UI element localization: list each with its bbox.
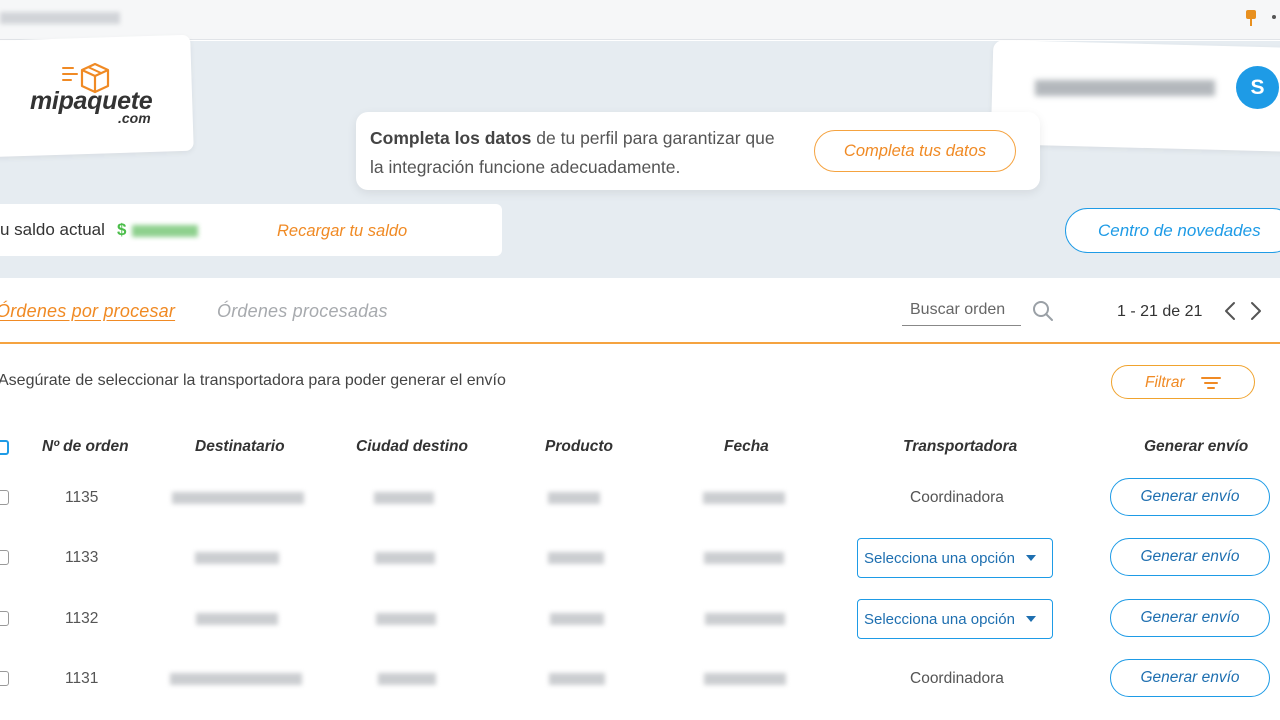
chevron-left-icon[interactable] (1222, 300, 1238, 322)
recharge-balance-link[interactable]: Recargar tu saldo (277, 222, 407, 241)
generate-shipment-button[interactable]: Generar envío (1110, 599, 1270, 637)
profile-notice-card: Completa los datos de tu perfil para gar… (356, 112, 1040, 190)
blurred-recipient (170, 673, 302, 685)
col-product: Producto (545, 438, 614, 455)
blurred-recipient (195, 552, 279, 564)
carrier-select[interactable]: Selecciona una opción (857, 538, 1053, 578)
order-number: 1133 (65, 549, 99, 566)
tab-processed-orders[interactable]: Órdenes procesadas (217, 301, 388, 322)
carrier-select[interactable]: Selecciona una opción (857, 599, 1053, 639)
pagination-label: 1 - 21 de 21 (1117, 303, 1203, 320)
col-recipient: Destinatario (195, 438, 285, 455)
balance-card: u saldo actual $ Recargar tu saldo (0, 204, 502, 256)
order-number: 1132 (65, 610, 99, 627)
blurred-balance-amount (132, 225, 198, 237)
browser-toolbar (0, 0, 1280, 40)
blurred-product (548, 492, 600, 504)
carrier-value: Coordinadora (910, 670, 1004, 687)
blurred-url (0, 12, 120, 24)
pin-icon[interactable] (1243, 10, 1259, 28)
notice-text: Completa los datos de tu perfil para gar… (370, 124, 815, 182)
carrier-select-value: Selecciona una opción (864, 549, 1015, 567)
balance-label: u saldo actual (0, 220, 105, 239)
balance-currency: $ (117, 220, 127, 239)
complete-profile-button[interactable]: Completa tus datos (814, 130, 1016, 172)
blurred-city (378, 673, 436, 685)
blurred-date (704, 552, 784, 564)
col-carrier: Transportadora (903, 438, 1018, 455)
row-checkbox[interactable] (0, 611, 9, 626)
blurred-city (374, 492, 434, 504)
order-number: 1135 (65, 489, 99, 506)
select-all-checkbox[interactable] (0, 440, 9, 455)
blurred-recipient (172, 492, 304, 504)
row-checkbox[interactable] (0, 550, 9, 565)
more-icon[interactable] (1272, 15, 1276, 19)
carrier-hint: Asegúrate de seleccionar la transportado… (0, 372, 506, 389)
brand-logo-domain: .com (118, 110, 151, 126)
carrier-select-value: Selecciona una opción (864, 610, 1015, 628)
blurred-date (705, 613, 785, 625)
filter-label: Filtrar (1145, 374, 1185, 391)
blurred-user-name (1035, 80, 1215, 96)
tab-divider (0, 342, 1280, 344)
news-center-button[interactable]: Centro de novedades (1065, 208, 1280, 253)
carrier-value: Coordinadora (910, 489, 1004, 506)
blurred-date (704, 673, 786, 685)
col-date: Fecha (724, 438, 769, 455)
filter-icon (1201, 377, 1221, 389)
filter-button[interactable]: Filtrar (1111, 365, 1255, 399)
row-checkbox[interactable] (0, 671, 9, 686)
generate-shipment-button[interactable]: Generar envío (1110, 478, 1270, 516)
chevron-right-icon[interactable] (1248, 300, 1264, 322)
blurred-recipient (196, 613, 278, 625)
order-number: 1131 (65, 670, 99, 687)
blurred-date (703, 492, 785, 504)
blurred-product (550, 613, 604, 625)
caret-down-icon (1026, 616, 1036, 622)
col-destination-city: Ciudad destino (356, 438, 468, 455)
avatar[interactable]: S (1236, 66, 1279, 109)
search-icon[interactable] (1032, 300, 1054, 322)
blurred-product (549, 673, 605, 685)
notice-bold: Completa los datos (370, 128, 532, 148)
generate-shipment-button[interactable]: Generar envío (1110, 659, 1270, 697)
notice-rest-1: de tu perfil para garantizar que (531, 128, 775, 148)
search-input[interactable] (902, 294, 1021, 326)
blurred-city (375, 552, 435, 564)
tab-orders-to-process[interactable]: Órdenes por procesar (0, 301, 175, 322)
notice-rest-2: la integración funcione adecuadamente. (370, 157, 681, 177)
blurred-product (548, 552, 604, 564)
blurred-city (376, 613, 436, 625)
speed-lines-icon (62, 67, 78, 87)
caret-down-icon (1026, 555, 1036, 561)
col-generate-shipment: Generar envío (1144, 438, 1249, 455)
generate-shipment-button[interactable]: Generar envío (1110, 538, 1270, 576)
col-order-number: Nº de orden (42, 438, 129, 455)
row-checkbox[interactable] (0, 490, 9, 505)
